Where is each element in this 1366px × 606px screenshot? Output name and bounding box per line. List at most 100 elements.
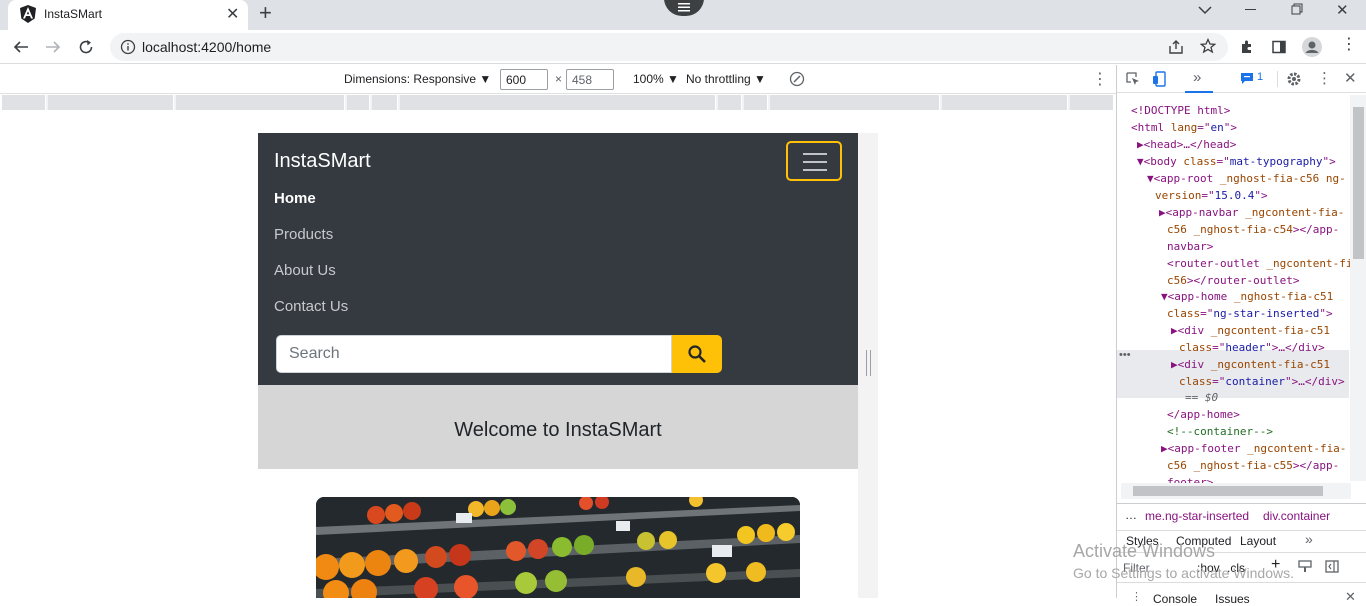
device-toggle-icon[interactable] <box>1152 71 1166 87</box>
breadcrumb-item-active[interactable]: div.container <box>1263 509 1330 523</box>
resize-handle[interactable] <box>866 350 871 376</box>
nav-link-products[interactable]: Products <box>274 226 333 243</box>
reload-icon[interactable] <box>78 39 94 55</box>
media-query-bar[interactable] <box>176 95 345 110</box>
device-toolbar: Dimensions: Responsive ▼ × 100% ▼ No thr… <box>0 65 1116 94</box>
devtools-close-icon[interactable]: ✕ <box>1344 69 1357 87</box>
dimensions-dropdown[interactable]: Dimensions: Responsive ▼ <box>344 72 491 86</box>
dom-tree-line[interactable]: c56 _nghost-fia-c54></app- <box>1167 223 1339 236</box>
rotate-icon[interactable] <box>789 71 805 87</box>
dom-tree-line[interactable]: <html lang="en"> <box>1131 121 1237 134</box>
dom-tree-line[interactable]: navbar> <box>1167 240 1213 253</box>
activate-windows-title: Activate Windows <box>1073 541 1216 561</box>
browser-menu-icon[interactable]: ⋮ <box>1341 37 1357 53</box>
dom-token: 15.0.4 <box>1214 189 1255 202</box>
media-query-bar[interactable] <box>48 95 174 110</box>
dom-tree-line[interactable]: <!DOCTYPE html> <box>1131 104 1230 117</box>
tab-search-button[interactable] <box>664 0 704 16</box>
chevron-down-icon[interactable] <box>1198 5 1212 15</box>
media-query-bar[interactable] <box>770 95 940 110</box>
more-tabs-icon[interactable]: » <box>1193 69 1201 86</box>
sidebar-toggle-icon[interactable] <box>1325 560 1339 573</box>
dom-token: ▼<body <box>1137 155 1184 168</box>
media-query-bar[interactable] <box>2 95 46 110</box>
dom-tree-line[interactable]: ▼<app-root _nghost-fia-c56 ng- <box>1147 172 1346 185</box>
more-tabs-icon[interactable]: » <box>1305 531 1313 547</box>
dom-tree-line[interactable]: class="header">…</div> <box>1179 341 1325 354</box>
info-icon[interactable] <box>120 39 136 55</box>
dom-tree-line[interactable]: ▶<div _ngcontent-fia-c51 <box>1171 324 1330 337</box>
search-input[interactable]: Search <box>276 335 672 373</box>
dom-tree-line[interactable]: ▼<body class="mat-typography"> <box>1137 155 1336 168</box>
browser-tab[interactable]: InstaSMart ✕ <box>8 0 248 30</box>
drawer-tab-issues[interactable]: Issues <box>1215 592 1250 606</box>
scroll-thumb[interactable] <box>1353 107 1364 259</box>
device-more-icon[interactable]: ⋮ <box>1092 69 1108 89</box>
close-tab-icon[interactable]: ✕ <box>226 4 239 24</box>
dom-tree-line[interactable]: <!--container--> <box>1167 425 1273 438</box>
extensions-icon[interactable] <box>1239 39 1255 55</box>
nav-link-contact[interactable]: Contact Us <box>274 298 348 315</box>
dom-token: ▶<app-footer <box>1161 442 1248 455</box>
bookmark-star-icon[interactable] <box>1200 38 1216 54</box>
dom-tree-line[interactable]: </app-home> <box>1167 408 1240 421</box>
vertical-scrollbar[interactable] <box>1350 95 1366 481</box>
tab-layout[interactable]: Layout <box>1240 534 1276 548</box>
dom-tree-line[interactable]: class="ng-star-inserted"> <box>1167 307 1333 320</box>
dom-tree-line[interactable]: == $0 <box>1185 391 1218 404</box>
drawer-handle-icon[interactable]: ⋮ <box>1131 590 1142 603</box>
media-query-bar[interactable] <box>942 95 1068 110</box>
height-input[interactable]: 458 <box>566 69 614 90</box>
forward-icon[interactable] <box>45 39 61 55</box>
url-text: localhost:4200/home <box>142 39 272 55</box>
scroll-thumb[interactable] <box>1133 486 1323 496</box>
dom-tree-line[interactable]: ▶<head>…</head> <box>1137 138 1236 151</box>
nav-link-home[interactable]: Home <box>274 190 316 207</box>
navbar-toggler-button[interactable] <box>786 141 842 181</box>
restore-icon[interactable] <box>1291 3 1303 15</box>
drawer-close-icon[interactable]: ✕ <box>1345 589 1356 605</box>
back-icon[interactable] <box>13 39 29 55</box>
dom-tree-line[interactable]: class="container">…</div> <box>1179 375 1345 388</box>
address-bar[interactable] <box>110 33 1228 61</box>
settings-gear-icon[interactable] <box>1286 71 1302 87</box>
dom-tree-line[interactable]: ▶<div _ngcontent-fia-c51 <box>1171 358 1330 371</box>
window-close-icon[interactable]: ✕ <box>1336 1 1349 19</box>
search-button[interactable] <box>672 335 722 373</box>
dom-tree-line[interactable]: version="15.0.4"> <box>1155 189 1268 202</box>
paint-icon[interactable] <box>1298 560 1312 573</box>
horizontal-scrollbar[interactable] <box>1121 483 1351 499</box>
issues-badge[interactable]: 1 <box>1237 71 1267 87</box>
width-input[interactable]: 600 <box>500 69 548 90</box>
dom-tree-line[interactable]: c56></router-outlet> <box>1167 274 1299 287</box>
dom-tree-line[interactable]: ▼<app-home _nghost-fia-c51 <box>1161 290 1333 303</box>
nav-link-about[interactable]: About Us <box>274 262 336 279</box>
node-more-icon[interactable]: ••• <box>1119 349 1131 361</box>
hero-image <box>316 497 800 598</box>
dom-token: version <box>1155 189 1202 202</box>
minimize-icon[interactable] <box>1245 9 1256 10</box>
media-query-bar[interactable] <box>400 95 716 110</box>
media-query-bar[interactable] <box>372 95 398 110</box>
zoom-dropdown[interactable]: 100% ▼ <box>633 72 679 86</box>
breadcrumb-ellipsis[interactable]: … <box>1125 508 1137 522</box>
profile-avatar-icon[interactable] <box>1302 37 1322 57</box>
side-panel-icon[interactable] <box>1271 39 1287 55</box>
dom-tree-line[interactable]: <router-outlet _ngcontent-fi <box>1167 257 1352 270</box>
media-query-bar[interactable] <box>1070 95 1114 110</box>
dom-tree-line[interactable]: c56 _nghost-fia-c55></app- <box>1167 459 1339 472</box>
dom-tree-line[interactable]: ▶<app-navbar _ngcontent-fia- <box>1159 206 1344 219</box>
drawer-tab-console[interactable]: Console <box>1153 592 1197 606</box>
new-tab-icon[interactable]: + <box>259 0 272 26</box>
devtools-more-icon[interactable]: ⋮ <box>1317 69 1332 87</box>
share-icon[interactable] <box>1168 39 1184 55</box>
breadcrumb-item[interactable]: me.ng-star-inserted <box>1145 509 1249 523</box>
media-query-bar[interactable] <box>347 95 370 110</box>
media-query-bar[interactable] <box>718 95 742 110</box>
media-query-bar[interactable] <box>744 95 768 110</box>
throttling-dropdown[interactable]: No throttling ▼ <box>686 72 766 86</box>
dom-tree-line[interactable]: ▶<app-footer _ngcontent-fia- <box>1161 442 1346 455</box>
inspect-element-icon[interactable] <box>1126 72 1140 86</box>
brand-logo[interactable]: InstaSMart <box>274 150 371 173</box>
dom-token: ></app- <box>1292 459 1340 472</box>
